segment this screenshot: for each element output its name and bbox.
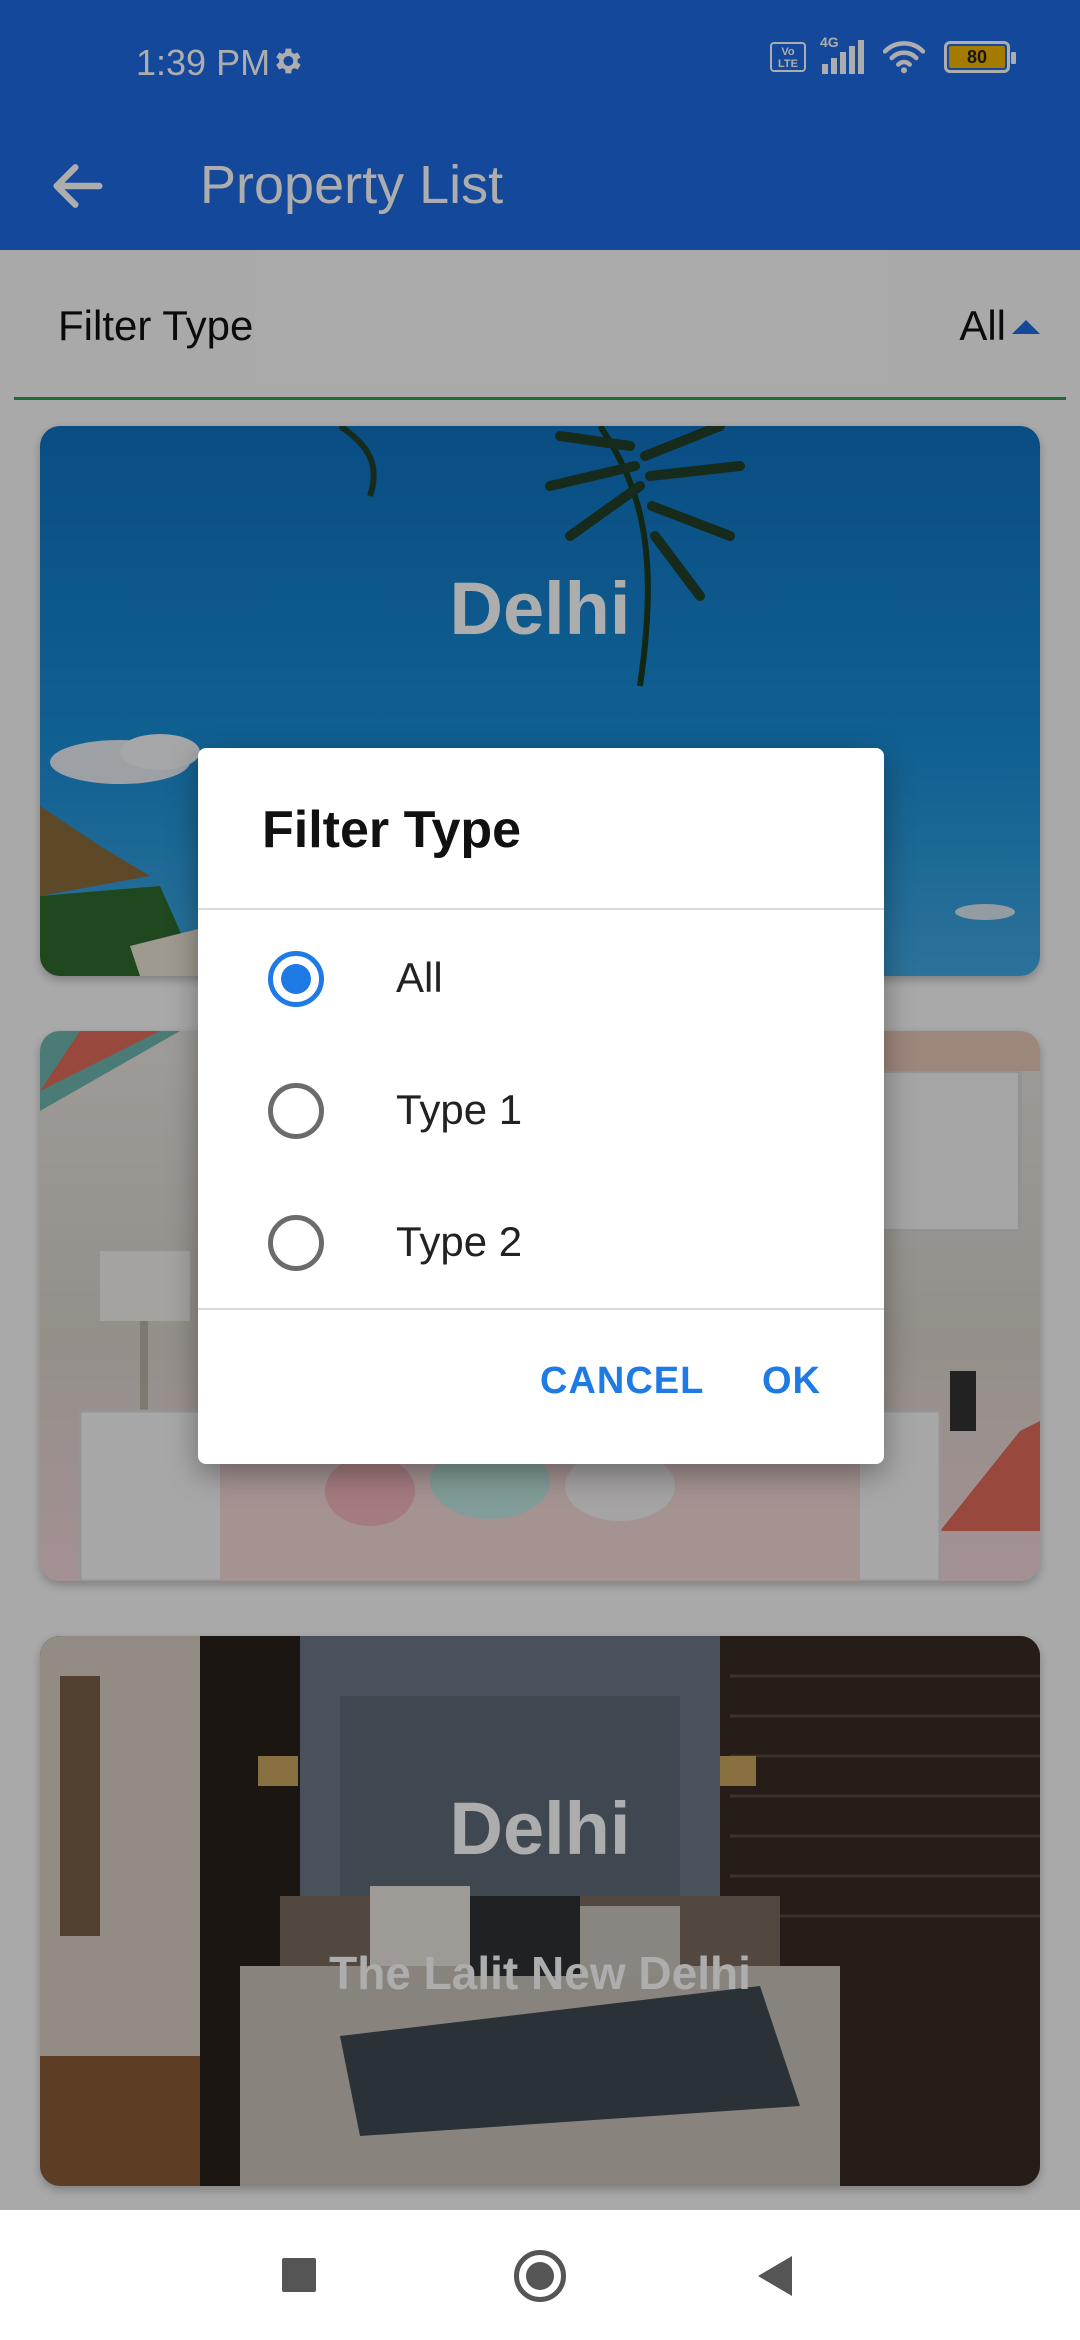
ok-button[interactable]: OK (762, 1360, 821, 1403)
radio-option-all[interactable]: All (198, 912, 884, 1044)
radio-option-label: Type 2 (396, 1218, 523, 1265)
radio-button[interactable] (268, 1215, 324, 1271)
divider (198, 1308, 884, 1310)
radio-option-label: Type 1 (396, 1086, 523, 1133)
radio-button[interactable] (268, 1083, 324, 1139)
radio-option-type-2[interactable]: Type 2 (198, 1176, 884, 1308)
dialog-title: Filter Type (262, 801, 522, 859)
system-nav-bar (0, 2210, 1080, 2340)
divider (198, 908, 884, 910)
cancel-button[interactable]: CANCEL (540, 1360, 704, 1403)
radio-option-type-1[interactable]: Type 1 (198, 1044, 884, 1176)
back-icon[interactable] (758, 2256, 792, 2296)
filter-type-dialog: Filter Type All Type 1 Type 2 CANCEL OK (198, 748, 884, 1464)
home-icon[interactable] (514, 2250, 566, 2302)
radio-button-selected[interactable] (268, 951, 324, 1007)
recents-icon[interactable] (282, 2258, 316, 2292)
radio-option-label: All (396, 954, 443, 1001)
